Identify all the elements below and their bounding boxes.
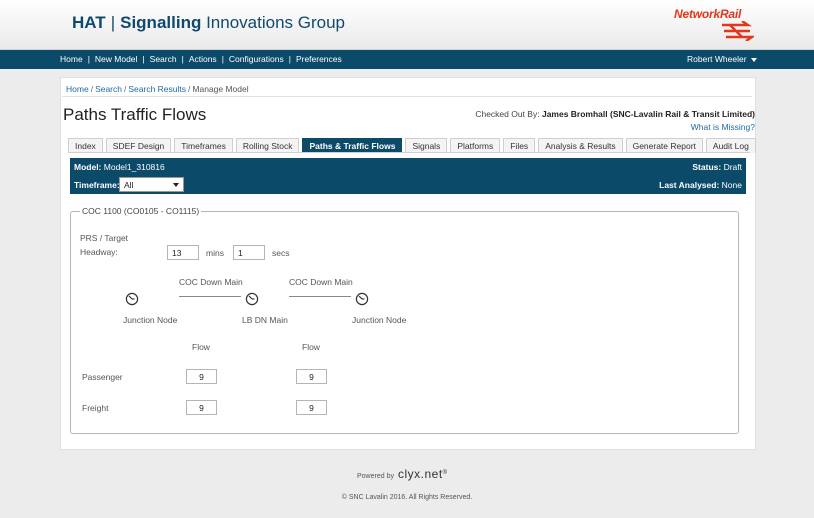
nav-separator: | (288, 54, 291, 64)
mins-unit: mins (206, 248, 224, 258)
last-analysed-label: Last Analysed: (659, 180, 720, 190)
freight-flow-input-2[interactable]: 9 (296, 400, 327, 415)
dropdown-arrow-icon (173, 183, 179, 187)
tab-platforms[interactable]: Platforms (450, 138, 501, 153)
model-name: Model: Model1_310816 (74, 162, 165, 172)
nav-separator: | (142, 54, 145, 64)
user-menu[interactable]: Robert Wheeler (687, 54, 757, 64)
model-status: Status: Draft (692, 162, 742, 172)
nav-preferences[interactable]: Preferences (296, 54, 342, 64)
tab-analysis-results[interactable]: Analysis & Results (538, 138, 623, 153)
page-title: Paths Traffic Flows (63, 105, 207, 124)
network-rail-arrows-icon (722, 21, 754, 41)
passenger-flow-input-2[interactable]: 9 (296, 369, 327, 384)
nav-actions[interactable]: Actions (189, 54, 217, 64)
powered-label: Powered by (357, 473, 394, 480)
copyright: © SNC Lavalin 2016. All Rights Reserved. (341, 494, 473, 501)
breadcrumb-separator: / (124, 84, 127, 94)
last-analysed: Last Analysed: None (659, 180, 742, 190)
freight-label: Freight (82, 403, 109, 413)
headway-mins-input[interactable]: 13 (167, 245, 199, 260)
model-tabs: Index SDEF Design Timeframes Rolling Sto… (68, 138, 759, 153)
flow-header-1: Flow (192, 342, 210, 352)
brand-hat: HAT (72, 13, 106, 32)
link-line-1 (179, 296, 241, 297)
junction-node-icon[interactable] (355, 292, 369, 306)
brand-rest: Innovations Group (206, 13, 345, 32)
nav-search[interactable]: Search (150, 54, 177, 64)
breadcrumb-results[interactable]: Search Results (128, 84, 186, 94)
brand-title[interactable]: HAT | Signalling Innovations Group (72, 13, 345, 33)
nav-home[interactable]: Home (60, 54, 83, 64)
tab-files[interactable]: Files (503, 138, 536, 153)
timeframe-label-text: Timeframe: (74, 180, 120, 190)
network-rail-logo[interactable]: NetworkRail (674, 7, 756, 41)
checked-out-value: James Bromhall (SNC-Lavalin Rail & Trans… (541, 109, 755, 119)
tab-strip-divider (68, 152, 750, 153)
status-value: Draft (723, 162, 742, 172)
powered-by: Powered by clyx.net® (357, 467, 447, 481)
checked-out-label: Checked Out By: (475, 109, 540, 119)
model-value: Model1_310816 (103, 162, 165, 172)
flow-header-2: Flow (302, 342, 320, 352)
headway-secs-input[interactable]: 1 (233, 245, 265, 260)
prs-label: PRS / Target (80, 233, 129, 243)
link-label-2: COC Down Main (289, 277, 353, 287)
lb-dn-main-node-icon[interactable] (245, 292, 259, 306)
last-analysed-value: None (721, 180, 742, 190)
junction-node-icon[interactable] (125, 292, 139, 306)
model-info-bar: Model: Model1_310816 Timeframe: All Stat… (70, 158, 746, 194)
tab-signals[interactable]: Signals (405, 138, 448, 153)
nav-separator: | (181, 54, 184, 64)
node-label-2: LB DN Main (242, 315, 288, 325)
secs-unit: secs (272, 248, 290, 258)
tab-paths-traffic-flows[interactable]: Paths & Traffic Flows (302, 138, 403, 153)
nav-new-model[interactable]: New Model (95, 54, 138, 64)
node-label-3: Junction Node (352, 315, 407, 325)
logo-text: NetworkRail (674, 7, 742, 21)
top-header: HAT | Signalling Innovations Group Network… (0, 0, 814, 50)
timeframe-select[interactable]: All (119, 177, 184, 192)
link-label-1: COC Down Main (179, 277, 243, 287)
what-is-missing-link[interactable]: What is Missing? (691, 122, 755, 132)
brand-signalling: Signalling (120, 13, 202, 32)
path-legend: COC 1100 (CO0105 - CO1115) (80, 206, 202, 216)
timeframe-selected: All (124, 180, 134, 190)
tab-sdef-design[interactable]: SDEF Design (105, 138, 172, 153)
breadcrumb-separator: / (188, 84, 191, 94)
breadcrumb-search[interactable]: Search (95, 84, 122, 94)
user-name: Robert Wheeler (687, 54, 747, 64)
freight-flow-input-1[interactable]: 9 (186, 400, 217, 415)
status-label: Status: (692, 162, 722, 172)
nav-separator: | (87, 54, 90, 64)
tab-audit-log[interactable]: Audit Log (705, 138, 756, 153)
nav-configurations[interactable]: Configurations (229, 54, 284, 64)
breadcrumb-home[interactable]: Home (66, 84, 89, 94)
main-nav: Home | New Model | Search | Actions | Config… (0, 50, 814, 69)
checked-out-info: Checked Out By: James Bromhall (SNC-Lava… (475, 109, 755, 119)
tab-generate-report[interactable]: Generate Report (625, 138, 703, 153)
passenger-flow-input-1[interactable]: 9 (186, 369, 217, 384)
headway-label: Headway: (80, 247, 118, 257)
clyx-logo[interactable]: clyx.net (398, 467, 443, 481)
breadcrumb-separator: / (90, 84, 94, 94)
node-label-1: Junction Node (123, 315, 178, 325)
clyx-registered-mark: ® (442, 470, 448, 476)
tab-timeframes[interactable]: Timeframes (174, 138, 233, 153)
caret-down-icon (750, 57, 757, 62)
nav-separator: | (221, 54, 224, 64)
breadcrumb-current: Manage Model (192, 84, 249, 94)
nav-items: Home | New Model | Search | Actions | Config… (60, 54, 342, 64)
tab-index[interactable]: Index (68, 138, 103, 153)
link-line-2 (289, 296, 351, 297)
passenger-label: Passenger (82, 372, 123, 382)
brand-separator: | (110, 13, 116, 32)
tab-rolling-stock[interactable]: Rolling Stock (235, 138, 300, 153)
timeframe-label: Timeframe: (74, 180, 120, 190)
breadcrumb: Home / Search / Search Results / Manage Model (62, 80, 752, 97)
model-label: Model: (74, 162, 102, 172)
